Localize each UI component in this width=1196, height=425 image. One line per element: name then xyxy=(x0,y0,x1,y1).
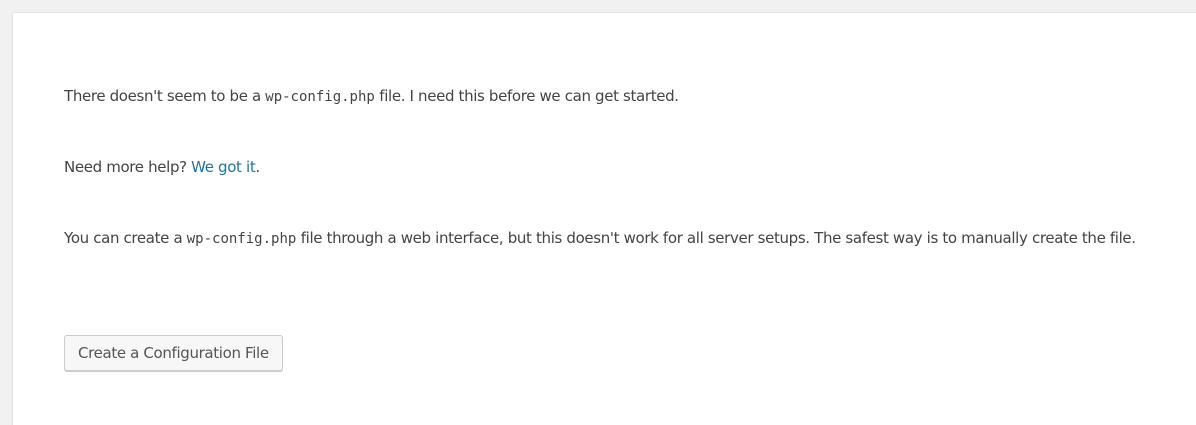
setup-panel: There doesn't seem to be a wp-config.php… xyxy=(12,12,1196,425)
config-filename-2: wp-config.php xyxy=(186,231,297,247)
instructions-text-after: file through a web interface, but this d… xyxy=(296,229,1136,247)
intro-text-before: There doesn't seem to be a xyxy=(64,87,266,105)
intro-text-after: file. I need this before we can get star… xyxy=(374,87,679,105)
help-link[interactable]: We got it xyxy=(191,158,256,176)
help-text: Need more help? xyxy=(64,158,192,176)
help-punctuation: . xyxy=(255,158,260,176)
create-configuration-file-button[interactable]: Create a Configuration File xyxy=(64,335,283,371)
config-filename: wp-config.php xyxy=(265,89,375,105)
help-message: Need more help? We got it. xyxy=(64,158,260,176)
instructions-text-before: You can create a xyxy=(64,229,187,247)
instructions-message: You can create a wp-config.php file thro… xyxy=(64,223,1144,255)
missing-config-message: There doesn't seem to be a wp-config.php… xyxy=(64,87,679,105)
